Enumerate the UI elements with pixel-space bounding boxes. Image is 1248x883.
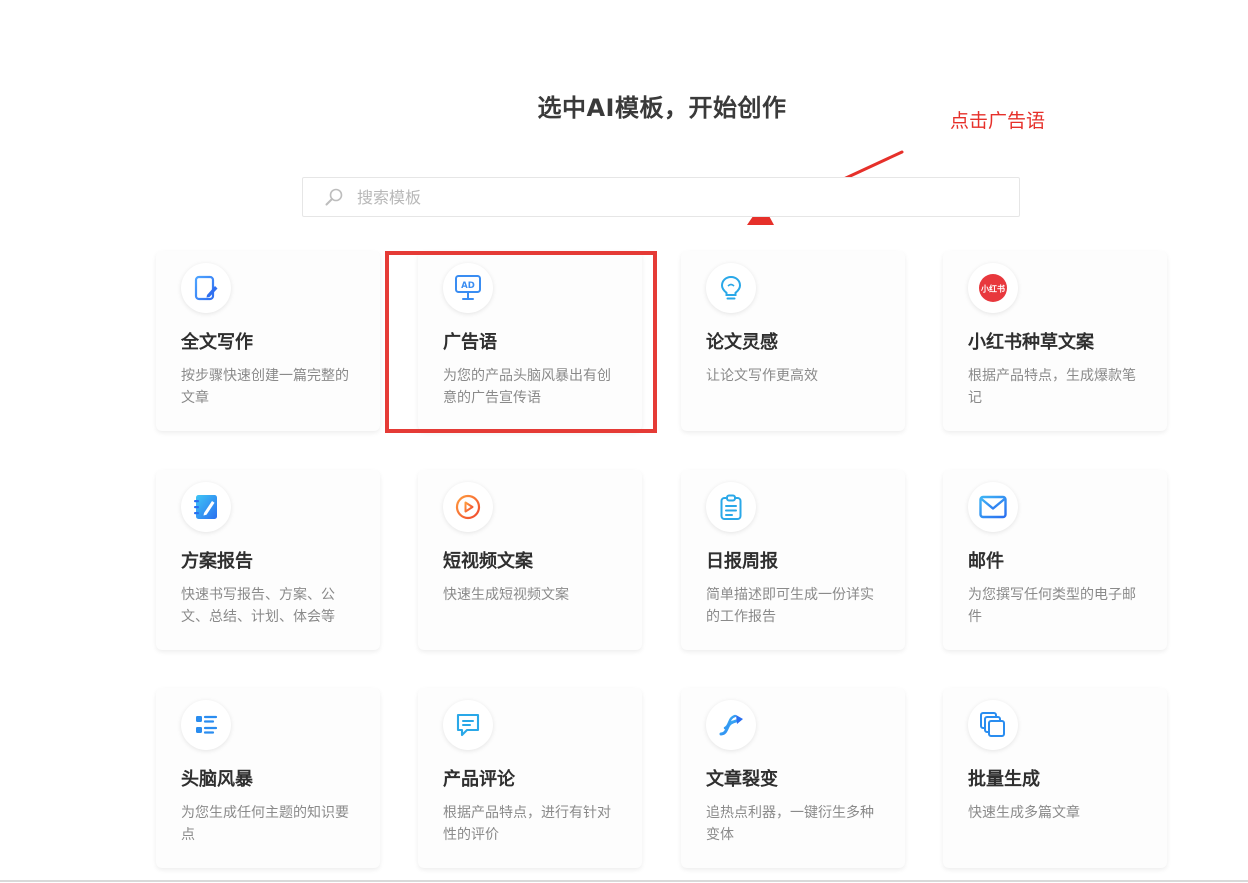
- split-arrow-icon: [706, 700, 756, 750]
- search-input[interactable]: [357, 178, 1019, 216]
- card-title: 广告语: [443, 332, 497, 353]
- template-card-batch-generate[interactable]: 批量生成 快速生成多篇文章: [943, 688, 1167, 868]
- card-desc: 简单描述即可生成一份详实的工作报告: [706, 587, 874, 625]
- card-title: 日报周报: [706, 551, 778, 572]
- annotation-label: 点击广告语: [950, 110, 1046, 132]
- card-title: 全文写作: [181, 332, 253, 353]
- list-icon: [181, 700, 231, 750]
- document-edit-icon: [181, 263, 231, 313]
- card-title: 头脑风暴: [181, 769, 253, 790]
- card-title: 文章裂变: [706, 769, 778, 790]
- card-desc: 为您的产品头脑风暴出有创意的广告宣传语: [443, 368, 611, 406]
- card-desc: 快速书写报告、方案、公文、总结、计划、体会等: [181, 587, 335, 625]
- card-title: 方案报告: [181, 551, 253, 572]
- template-card-product-review[interactable]: 产品评论 根据产品特点，进行有针对性的评价: [418, 688, 642, 868]
- notebook-pen-icon: [181, 482, 231, 532]
- template-card-daily-weekly-report[interactable]: 日报周报 简单描述即可生成一份详实的工作报告: [681, 470, 905, 650]
- page-title: 选中AI模板，开始创作: [537, 94, 787, 122]
- card-desc: 按步骤快速创建一篇完整的文章: [181, 368, 349, 406]
- stacked-pages-icon: [968, 700, 1018, 750]
- template-card-plan-report[interactable]: 方案报告 快速书写报告、方案、公文、总结、计划、体会等: [156, 470, 380, 650]
- template-card-thesis-inspiration[interactable]: 论文灵感 让论文写作更高效: [681, 251, 905, 431]
- card-title: 批量生成: [968, 769, 1040, 790]
- template-card-short-video[interactable]: 短视频文案 快速生成短视频文案: [418, 470, 642, 650]
- card-title: 邮件: [968, 551, 1004, 572]
- card-desc: 为您生成任何主题的知识要点: [181, 805, 349, 843]
- template-card-email[interactable]: 邮件 为您撰写任何类型的电子邮件: [943, 470, 1167, 650]
- card-desc: 快速生成多篇文章: [968, 805, 1080, 821]
- ad-board-icon: AD: [443, 263, 493, 313]
- chat-bubble-icon: [443, 700, 493, 750]
- clipboard-icon: [706, 482, 756, 532]
- template-card-xiaohongshu[interactable]: 小红书 小红书种草文案 根据产品特点，生成爆款笔记: [943, 251, 1167, 431]
- play-circle-icon: [443, 482, 493, 532]
- card-desc: 追热点利器，一键衍生多种变体: [706, 805, 874, 843]
- search-icon: [323, 186, 345, 208]
- lightbulb-icon: [706, 263, 756, 313]
- svg-text:小红书: 小红书: [980, 284, 1005, 294]
- template-card-full-text[interactable]: 全文写作 按步骤快速创建一篇完整的文章: [156, 251, 380, 431]
- card-desc: 根据产品特点，进行有针对性的评价: [443, 805, 611, 843]
- card-title: 产品评论: [443, 769, 515, 790]
- template-card-slogan[interactable]: AD 广告语 为您的产品头脑风暴出有创意的广告宣传语: [418, 251, 642, 431]
- card-desc: 让论文写作更高效: [706, 368, 818, 384]
- template-card-brainstorm[interactable]: 头脑风暴 为您生成任何主题的知识要点: [156, 688, 380, 868]
- card-desc: 快速生成短视频文案: [443, 587, 569, 603]
- card-title: 论文灵感: [706, 332, 778, 353]
- card-desc: 为您撰写任何类型的电子邮件: [968, 587, 1136, 625]
- bottom-divider: [0, 880, 1248, 882]
- svg-text:AD: AD: [461, 281, 475, 291]
- card-desc: 根据产品特点，生成爆款笔记: [968, 368, 1136, 406]
- envelope-icon: [968, 482, 1018, 532]
- card-title: 短视频文案: [443, 551, 533, 572]
- xiaohongshu-logo-icon: 小红书: [968, 263, 1018, 313]
- card-title: 小红书种草文案: [968, 332, 1094, 353]
- search-box[interactable]: [302, 177, 1020, 217]
- template-card-article-fission[interactable]: 文章裂变 追热点利器，一键衍生多种变体: [681, 688, 905, 868]
